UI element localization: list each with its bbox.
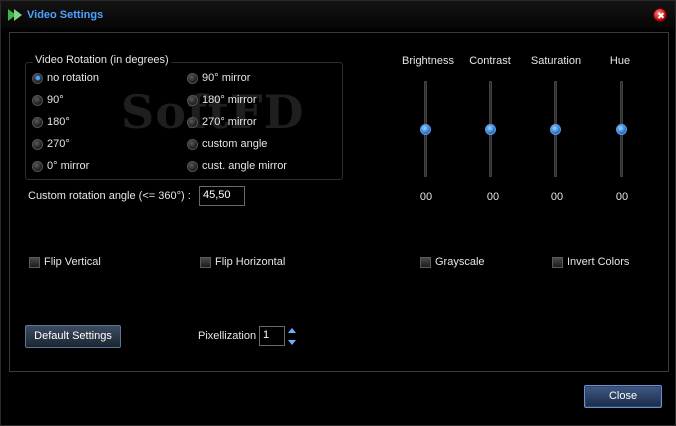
checkbox-box[interactable] [29,256,40,268]
hue-value: 00 [615,191,629,203]
pixelization-input[interactable]: 1 [259,326,285,346]
radio-button[interactable] [32,116,43,128]
contrast-slider-thumb[interactable] [485,123,496,135]
radio-180-mirror[interactable]: 180° mirror [187,93,257,107]
radio-180[interactable]: 180° [32,115,70,129]
radio-button[interactable] [32,138,43,150]
radio-270[interactable]: 270° [32,137,70,151]
radio-0-mirror[interactable]: 0° mirror [32,159,89,173]
video-settings-window: Video Settings Video Rotation (in degree… [0,0,676,426]
radio-90-mirror[interactable]: 90° mirror [187,71,250,85]
radio-90[interactable]: 90° [32,93,64,107]
window-title: Video Settings [27,9,104,21]
radio-270-mirror[interactable]: 270° mirror [187,115,257,129]
flip-vertical-checkbox[interactable]: Flip Vertical [29,255,101,269]
pixelization-label: Pixellization [198,330,257,342]
rotation-group-label: Video Rotation (in degrees) [33,54,171,66]
radio-button-selected[interactable] [32,72,43,84]
radio-no-rotation[interactable]: no rotation [32,71,99,85]
slider-label-contrast: Contrast [469,55,511,67]
checkbox-label: Flip Horizontal [215,256,286,268]
radio-label: custom angle [202,138,268,150]
radio-label: 0° mirror [47,160,90,172]
radio-label: 270° mirror [202,116,257,128]
custom-angle-label: Custom rotation angle (<= 360°) : [28,190,191,202]
checkbox-label: Invert Colors [567,256,630,268]
radio-button[interactable] [187,138,198,150]
radio-label: 90° [47,94,64,106]
saturation-slider-thumb[interactable] [550,123,561,135]
brightness-value: 00 [419,191,433,203]
spin-down-icon[interactable] [288,340,296,345]
saturation-value: 00 [550,191,564,203]
radio-label: 180° [47,116,70,128]
slider-label-brightness: Brightness [402,55,454,67]
brightness-slider-thumb[interactable] [420,123,431,135]
slider-label-hue: Hue [609,55,631,67]
checkbox-box[interactable] [200,256,211,268]
checkbox-label: Flip Vertical [44,256,101,268]
contrast-value: 00 [486,191,500,203]
radio-label: 90° mirror [202,72,251,84]
custom-angle-input[interactable]: 45,50 [199,186,245,206]
close-window-icon[interactable] [653,8,667,22]
title-bar[interactable]: Video Settings [1,1,675,29]
radio-custom-angle[interactable]: custom angle [187,137,267,151]
radio-label: cust. angle mirror [202,160,287,172]
checkbox-label: Grayscale [435,256,485,268]
radio-label: no rotation [47,72,99,84]
flip-horizontal-checkbox[interactable]: Flip Horizontal [200,255,285,269]
radio-button[interactable] [187,94,198,106]
spin-up-icon[interactable] [288,328,296,333]
default-settings-button[interactable]: Default Settings [25,325,121,348]
checkbox-box[interactable] [420,256,431,268]
play-icon [8,9,22,21]
radio-label: 180° mirror [202,94,257,106]
radio-button[interactable] [187,160,198,172]
radio-button[interactable] [32,160,43,172]
invert-colors-checkbox[interactable]: Invert Colors [552,255,629,269]
slider-label-saturation: Saturation [530,55,582,67]
grayscale-checkbox[interactable]: Grayscale [420,255,485,269]
radio-custom-angle-mirror[interactable]: cust. angle mirror [187,159,287,173]
radio-label: 270° [47,138,70,150]
radio-button[interactable] [187,116,198,128]
radio-button[interactable] [187,72,198,84]
hue-slider-thumb[interactable] [616,123,627,135]
close-button[interactable]: Close [584,385,662,408]
checkbox-box[interactable] [552,256,563,268]
pixelization-stepper[interactable] [288,328,298,345]
radio-button[interactable] [32,94,43,106]
